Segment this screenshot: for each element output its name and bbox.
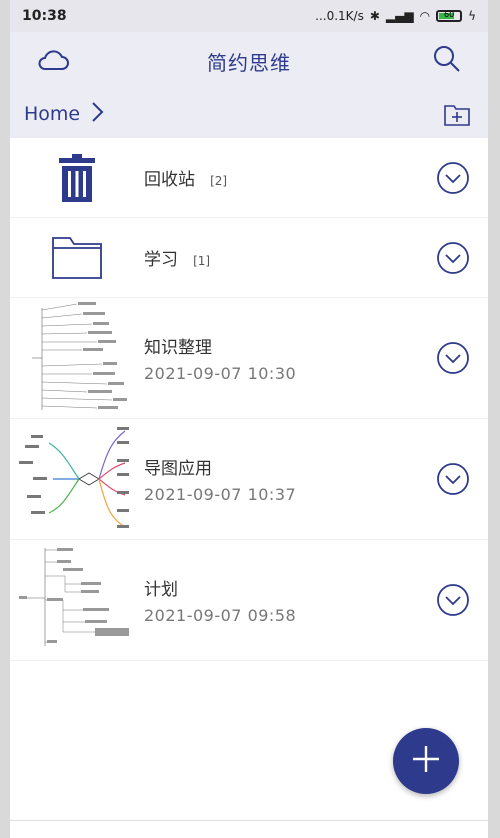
page-title: 简约思维 <box>207 50 291 75</box>
item-date: 2021-09-07 10:37 <box>144 485 297 504</box>
chevron-right-icon <box>90 101 104 127</box>
folder-icon <box>10 218 144 297</box>
item-count: [2] <box>210 174 228 188</box>
app-bar: 简约思维 <box>10 32 488 90</box>
chevron-down-icon[interactable] <box>436 241 470 275</box>
list-item[interactable]: 回收站 [2] <box>10 138 488 218</box>
network-speed: ...0.1K/s <box>315 9 364 23</box>
status-icons: ...0.1K/s ✱ ▂▄▆ ◠ 60 ϟ <box>315 9 476 23</box>
bottom-divider <box>10 820 488 821</box>
mindmap-thumbnail <box>10 540 144 660</box>
file-list: 回收站 [2] 学习 [1] 知识整理 2021-09-07 10:30 导图应… <box>10 138 488 661</box>
list-item[interactable]: 计划 2021-09-07 09:58 <box>10 540 488 661</box>
signal-icon: ▂▄▆ <box>385 9 414 23</box>
cloud-icon[interactable] <box>36 46 70 78</box>
bluetooth-icon: ✱ <box>369 9 380 23</box>
item-name: 回收站 <box>144 170 195 190</box>
plus-icon <box>411 744 441 778</box>
charging-icon: ϟ <box>468 9 476 23</box>
item-name: 计划 <box>144 580 178 600</box>
list-item[interactable]: 学习 [1] <box>10 218 488 298</box>
mindmap-thumbnail <box>10 298 144 418</box>
item-name: 学习 <box>144 250 178 270</box>
app-screen: 10:38 ...0.1K/s ✱ ▂▄▆ ◠ 60 ϟ 简约思维 Home 回… <box>10 0 488 838</box>
battery-icon: 60 <box>436 10 463 22</box>
status-time: 10:38 <box>22 8 67 24</box>
item-name: 知识整理 <box>144 338 212 358</box>
chevron-down-icon[interactable] <box>436 583 470 617</box>
chevron-down-icon[interactable] <box>436 462 470 496</box>
chevron-down-icon[interactable] <box>436 161 470 195</box>
breadcrumb-home[interactable]: Home <box>24 103 80 125</box>
list-item[interactable]: 导图应用 2021-09-07 10:37 <box>10 419 488 540</box>
wifi-icon: ◠ <box>419 9 431 23</box>
breadcrumb: Home <box>10 90 488 138</box>
add-button[interactable] <box>393 728 459 794</box>
folder-plus-icon[interactable] <box>444 102 470 130</box>
chevron-down-icon[interactable] <box>436 341 470 375</box>
list-item[interactable]: 知识整理 2021-09-07 10:30 <box>10 298 488 419</box>
search-icon[interactable] <box>432 44 462 78</box>
trash-icon <box>10 138 144 217</box>
status-bar: 10:38 ...0.1K/s ✱ ▂▄▆ ◠ 60 ϟ <box>10 0 488 32</box>
item-name: 导图应用 <box>144 459 212 479</box>
item-count: [1] <box>193 254 211 268</box>
battery-level: 60 <box>443 10 455 19</box>
mindmap-thumbnail <box>10 419 144 539</box>
item-date: 2021-09-07 09:58 <box>144 606 297 625</box>
item-date: 2021-09-07 10:30 <box>144 364 297 383</box>
